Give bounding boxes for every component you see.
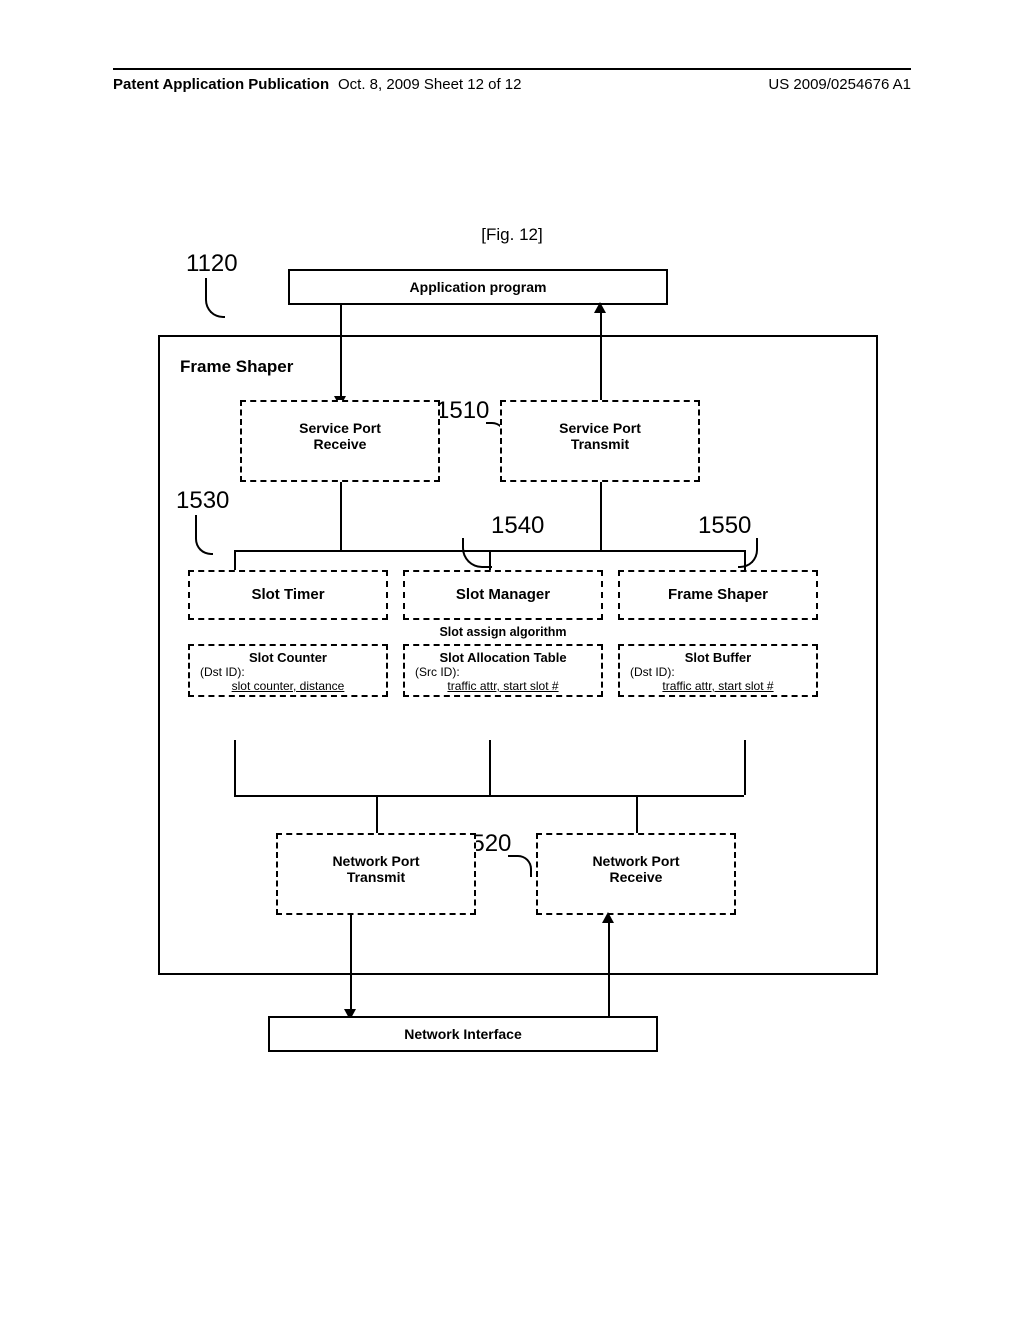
service-port-transmit-l2: Transmit — [502, 436, 698, 452]
slot-timer-mid — [188, 620, 388, 644]
network-port-transmit-l1: Network Port — [278, 853, 474, 869]
slot-manager-head: Slot Manager — [403, 570, 603, 620]
diagram: 1120 1510 1530 1540 1550 1520 Applicatio… — [158, 250, 878, 1080]
service-port-receive-l2: Receive — [242, 436, 438, 452]
header-left: Patent Application Publication — [113, 76, 329, 93]
slot-counter-title: Slot Counter — [192, 650, 384, 665]
bus-drop-1 — [234, 550, 236, 570]
conn-np-down — [350, 915, 352, 1013]
bus-rise-3a — [636, 795, 638, 833]
slot-manager-mid: Slot assign algorithm — [403, 620, 603, 644]
network-port-receive-l2: Receive — [538, 869, 734, 885]
service-port-receive-box: Service Port Receive — [240, 400, 440, 482]
bus-drop-3 — [744, 550, 746, 570]
arrow-np-up-icon — [602, 912, 614, 923]
slot-counter-l1: (Dst ID): — [192, 665, 384, 679]
slot-allocation-table-l1: (Src ID): — [407, 665, 599, 679]
service-port-transmit-box: Service Port Transmit — [500, 400, 700, 482]
slot-buffer-title: Slot Buffer — [622, 650, 814, 665]
network-interface-label: Network Interface — [404, 1026, 521, 1042]
conn-sptx-down — [600, 482, 602, 550]
leader-1120 — [205, 278, 225, 318]
arrow-app-up-icon — [594, 302, 606, 313]
service-port-transmit-l1: Service Port — [502, 420, 698, 436]
frame-shaper-mid — [618, 620, 818, 644]
slot-allocation-table-title: Slot Allocation Table — [407, 650, 599, 665]
header-mid: Oct. 8, 2009 Sheet 12 of 12 — [338, 76, 521, 93]
bus-rise-2 — [489, 740, 491, 795]
bus-rise-2a — [376, 795, 378, 833]
network-interface-box: Network Interface — [268, 1016, 658, 1052]
ref-1120: 1120 — [186, 250, 238, 278]
slot-counter-box: Slot Counter (Dst ID): slot counter, dis… — [188, 644, 388, 697]
frame-shaper-outer-label: Frame Shaper — [180, 357, 293, 377]
slot-timer-head: Slot Timer — [188, 570, 388, 620]
header-right: US 2009/0254676 A1 — [768, 76, 911, 93]
slot-buffer-l1: (Dst ID): — [622, 665, 814, 679]
application-program-label: Application program — [410, 279, 547, 295]
network-port-transmit-l2: Transmit — [278, 869, 474, 885]
slot-buffer-l2: traffic attr, start slot # — [622, 679, 814, 693]
bus-rise-1 — [234, 740, 236, 795]
bus-rise-3 — [744, 740, 746, 795]
network-port-receive-l1: Network Port — [538, 853, 734, 869]
slot-allocation-table-box: Slot Allocation Table (Src ID): traffic … — [403, 644, 603, 697]
slot-timer-column: Slot Timer Slot Counter (Dst ID): slot c… — [188, 570, 388, 740]
service-port-receive-l1: Service Port — [242, 420, 438, 436]
bus-drop-2 — [489, 550, 491, 570]
frame-shaper-column: Frame Shaper Slot Buffer (Dst ID): traff… — [618, 570, 818, 740]
slot-manager-column: Slot Manager Slot assign algorithm Slot … — [403, 570, 603, 740]
page-header: Patent Application Publication Oct. 8, 2… — [113, 68, 911, 92]
figure-caption: [Fig. 12] — [0, 225, 1024, 245]
application-program-box: Application program — [288, 269, 668, 305]
slot-buffer-box: Slot Buffer (Dst ID): traffic attr, star… — [618, 644, 818, 697]
conn-sprx-down — [340, 482, 342, 550]
network-port-receive-box: Network Port Receive — [536, 833, 736, 915]
slot-allocation-table-l2: traffic attr, start slot # — [407, 679, 599, 693]
bus-bottom — [234, 795, 744, 797]
conn-np-up — [608, 922, 610, 1016]
slot-counter-l2: slot counter, distance — [192, 679, 384, 693]
network-port-transmit-box: Network Port Transmit — [276, 833, 476, 915]
frame-shaper-head: Frame Shaper — [618, 570, 818, 620]
